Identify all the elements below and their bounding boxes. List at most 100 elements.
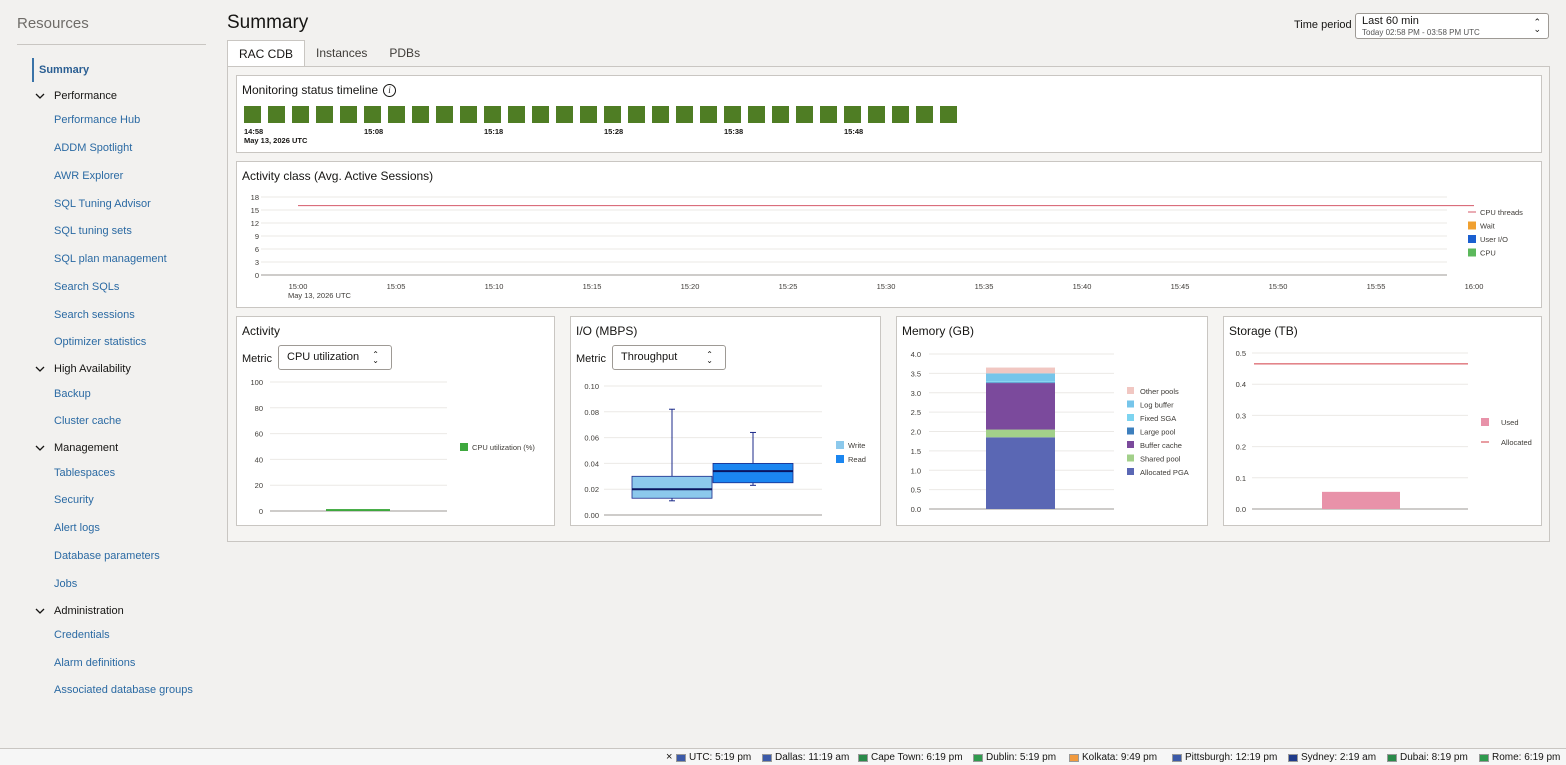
timezone-clock: Dubai: 8:19 pm (1387, 752, 1468, 763)
close-icon[interactable]: × (666, 751, 672, 763)
nav-item-tablespaces[interactable]: Tablespaces (54, 467, 115, 479)
nav-item-awr-explorer[interactable]: AWR Explorer (54, 170, 123, 182)
flag-icon (1069, 753, 1079, 762)
y-tick-label: 0.06 (584, 434, 599, 443)
y-tick-label: 100 (250, 378, 263, 387)
legend-label: Large pool (1140, 428, 1176, 437)
tab-rac-cdb[interactable]: RAC CDB (227, 40, 306, 67)
status-block (652, 106, 669, 123)
nav-item-database-parameters[interactable]: Database parameters (54, 550, 160, 562)
x-tick-label: 15:15 (583, 282, 602, 291)
legend-swatch (1127, 454, 1134, 462)
timeline-tick-label: 15:28 (604, 127, 623, 136)
timeline-tick-label: 15:08 (364, 127, 383, 136)
flag-icon (1479, 753, 1489, 762)
status-block (316, 106, 333, 123)
box-write (631, 475, 713, 499)
legend-label: CPU threads (1480, 208, 1523, 217)
nav-group-performance[interactable]: Performance (35, 90, 117, 102)
timezone-clock: Dallas: 11:19 am (762, 752, 849, 763)
legend-label: CPU utilization (%) (472, 443, 535, 452)
timezone-label: Rome: 6:19 pm (1492, 752, 1561, 763)
stack-segment-fixed-sga (986, 381, 1055, 383)
tab-instances[interactable]: Instances (305, 40, 378, 66)
nav-item-cluster-cache[interactable]: Cluster cache (54, 415, 121, 427)
status-block (940, 106, 957, 123)
nav-group-high-availability[interactable]: High Availability (35, 363, 131, 375)
y-tick-label: 0.5 (911, 486, 921, 495)
nav-item-search-sessions[interactable]: Search sessions (54, 309, 135, 321)
legend-label: Allocated PGA (1140, 468, 1189, 477)
timezone-clock: Cape Town: 6:19 pm (858, 752, 963, 763)
io-metric-select[interactable]: Throughput ⌃ ⌄ (612, 345, 726, 370)
legend-label: Log buffer (1140, 401, 1174, 410)
legend-swatch (1468, 235, 1476, 243)
y-tick-label: 0.10 (584, 382, 599, 391)
y-tick-label: 0.02 (584, 485, 599, 494)
x-tick-label: 15:50 (1269, 282, 1288, 291)
nav-group-management[interactable]: Management (35, 442, 118, 454)
activity-metric-select[interactable]: CPU utilization ⌃ ⌄ (278, 345, 392, 370)
nav-item-sql-plan-management[interactable]: SQL plan management (54, 253, 167, 265)
nav-item-alert-logs[interactable]: Alert logs (54, 522, 100, 534)
y-tick-label: 0 (259, 507, 263, 516)
stack-segment-shared-pool (986, 429, 1055, 438)
legend-swatch (1127, 441, 1134, 448)
up-down-chevron-icon: ⌃ ⌄ (1533, 17, 1541, 34)
monitoring-timeline-card: Monitoring status timeline i 14:58 15:08 15… (236, 75, 1542, 153)
nav-item-backup[interactable]: Backup (54, 388, 91, 400)
status-block (604, 106, 621, 123)
info-icon[interactable]: i (383, 84, 397, 97)
storage-chart: 0.0 0.1 0.2 0.3 0.4 0.5 Used Allocated (1236, 349, 1532, 514)
y-tick-label: 0.0 (911, 505, 921, 514)
nav-item-sql-tuning-sets[interactable]: SQL tuning sets (54, 225, 132, 237)
nav-item-optimizer-statistics[interactable]: Optimizer statistics (54, 336, 146, 348)
timezone-clock: UTC: 5:19 pm (676, 752, 751, 763)
activity-card: Activity Metric CPU utilization ⌃ ⌄ 0 20 40… (236, 316, 555, 526)
legend-swatch (836, 441, 844, 449)
nav-item-performance-hub[interactable]: Performance Hub (54, 114, 140, 126)
legend-swatch (1468, 248, 1476, 257)
nav-item-addm-spotlight[interactable]: ADDM Spotlight (54, 142, 132, 154)
status-block (700, 106, 717, 123)
y-tick-label: 2.0 (911, 428, 921, 437)
status-block (580, 106, 597, 123)
tab-pdbs[interactable]: PDBs (378, 40, 431, 66)
nav-item-security[interactable]: Security (54, 494, 94, 506)
legend-label: Used (1501, 418, 1519, 427)
nav-item-summary[interactable]: Summary (32, 58, 89, 82)
status-block (292, 106, 309, 123)
legend-swatch (460, 443, 468, 451)
nav-group-administration[interactable]: Administration (35, 605, 124, 617)
time-period-label: Time period (1294, 19, 1352, 31)
nav-item-search-sqls[interactable]: Search SQLs (54, 281, 119, 293)
legend-label: Write (848, 441, 865, 450)
status-block (724, 106, 741, 123)
status-block (436, 106, 453, 123)
page-title: Summary (227, 12, 309, 33)
nav-group-label: Performance (54, 90, 117, 102)
nav-item-sql-tuning-advisor[interactable]: SQL Tuning Advisor (54, 198, 151, 210)
nav-item-alarm-definitions[interactable]: Alarm definitions (54, 657, 135, 669)
status-block (244, 106, 261, 123)
tab-bar: RAC CDB Instances PDBs (227, 40, 431, 67)
status-block (388, 106, 405, 123)
y-tick-label: 0.2 (1236, 443, 1246, 452)
up-down-chevron-icon: ⌃ ⌄ (372, 350, 379, 365)
activity-class-card: Activity class (Avg. Active Sessions) 0 3… (236, 161, 1542, 308)
nav-item-associated-database-groups[interactable]: Associated database groups (54, 684, 193, 696)
metric-value: CPU utilization (287, 351, 360, 363)
legend-swatch (1127, 400, 1134, 408)
legend-label: Shared pool (1140, 455, 1181, 464)
nav-item-credentials[interactable]: Credentials (54, 629, 110, 641)
x-tick-label: 16:00 (1465, 282, 1484, 291)
time-period-select[interactable]: Last 60 min Today 02:58 PM - 03:58 PM UT… (1355, 13, 1549, 39)
y-tick-label: 9 (255, 232, 259, 241)
nav-item-jobs[interactable]: Jobs (54, 578, 77, 590)
timezone-clock: Rome: 6:19 pm (1479, 752, 1560, 763)
status-block (868, 106, 885, 123)
timezone-label: Dublin: 5:19 pm (986, 752, 1057, 763)
timezone-label: Cape Town: 6:19 pm (871, 752, 963, 763)
chevron-down-icon (35, 93, 45, 99)
used-bar (1322, 491, 1400, 509)
